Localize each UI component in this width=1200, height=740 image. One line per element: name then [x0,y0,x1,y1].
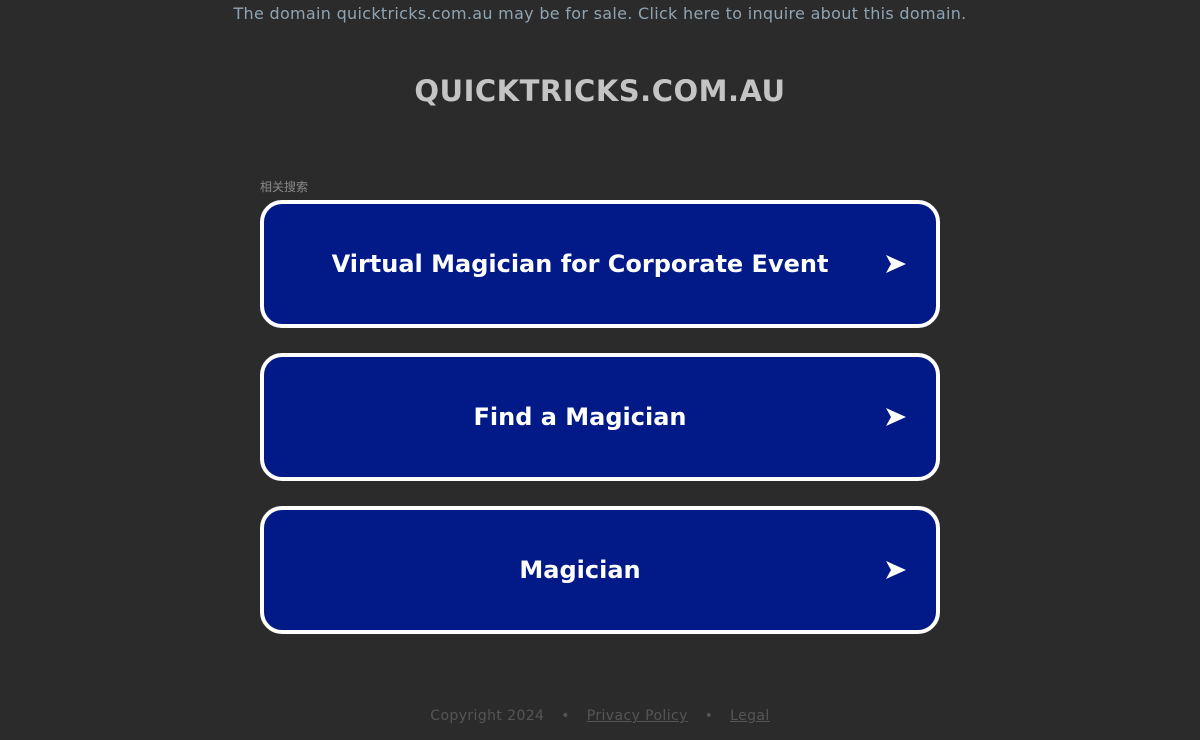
related-searches-list: Virtual Magician for Corporate Event Fin… [260,200,940,659]
footer-separator: • [704,708,714,724]
parked-domain-page: The domain quicktricks.com.au may be for… [0,0,1200,740]
arrow-right-icon [886,408,906,426]
related-search-label: Find a Magician [473,403,687,431]
related-search-button[interactable]: Find a Magician [260,353,940,481]
related-searches-label: 相关搜索 [260,180,309,194]
related-search-button[interactable]: Virtual Magician for Corporate Event [260,200,940,328]
footer: Copyright 2024 • Privacy Policy • Legal [0,708,1200,724]
related-search-label: Virtual Magician for Corporate Event [331,250,829,278]
domain-sale-banner-link[interactable]: The domain quicktricks.com.au may be for… [0,4,1200,23]
arrow-right-icon [886,561,906,579]
related-search-label: Magician [519,556,641,584]
arrow-right-icon [886,255,906,273]
related-search-button[interactable]: Magician [260,506,940,634]
privacy-policy-link[interactable]: Privacy Policy [587,708,688,724]
legal-link[interactable]: Legal [730,708,770,724]
footer-separator: • [561,708,570,724]
domain-title: QUICKTRICKS.COM.AU [414,74,786,108]
copyright-text: Copyright 2024 [430,708,545,724]
